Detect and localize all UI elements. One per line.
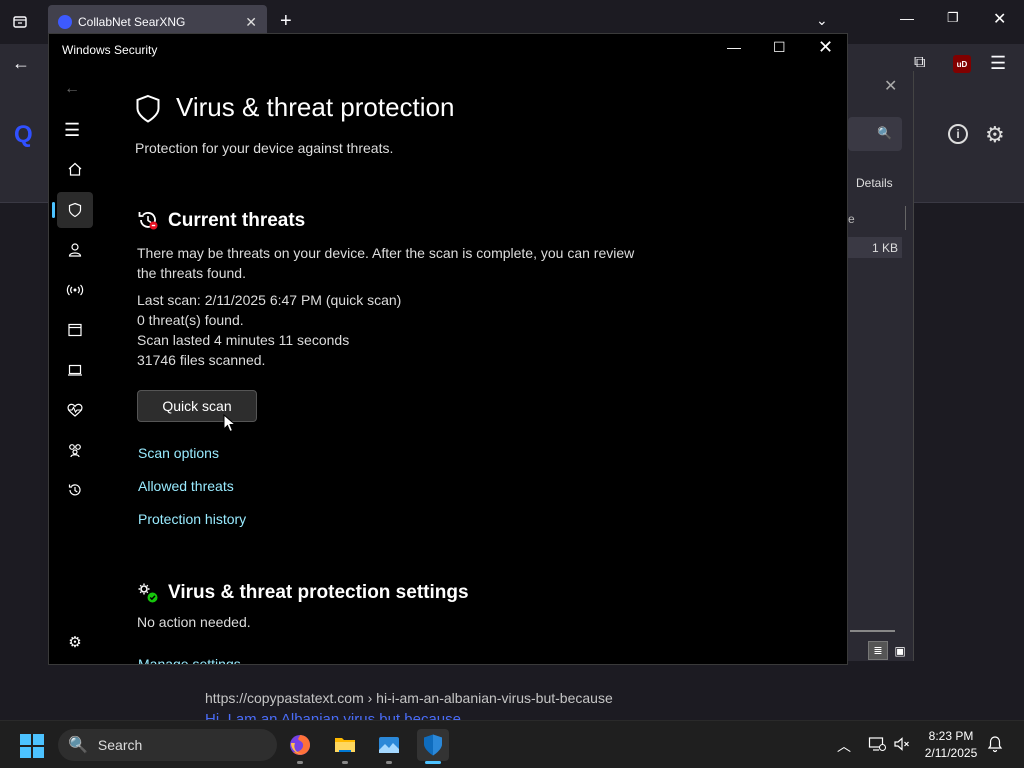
browser-minimize-button[interactable]: —: [900, 10, 914, 26]
current-threats-icon: [138, 212, 158, 230]
info-icon[interactable]: i: [948, 124, 968, 144]
show-hidden-icons-chevron-icon[interactable]: ︿: [837, 736, 851, 756]
file-explorer-taskbar-icon[interactable]: [329, 729, 361, 764]
windows-security-window: Windows Security — ☐ ✕ ← ☰ ⚙ Virus & thr…: [48, 33, 848, 665]
searxng-logo-icon[interactable]: Q: [14, 121, 33, 149]
searxng-favicon-icon: [58, 15, 72, 29]
running-indicator: [386, 761, 392, 764]
new-tab-button[interactable]: +: [280, 11, 292, 31]
running-indicator: [342, 761, 348, 764]
settings-glyph: ⚙: [68, 634, 82, 651]
notification-bell-icon[interactable]: [987, 735, 1003, 753]
active-indicator: [425, 761, 441, 764]
background-dialog: [848, 71, 914, 661]
tab-list-icon[interactable]: [8, 10, 32, 34]
back-arrow-icon[interactable]: ←: [64, 80, 80, 98]
back-button[interactable]: ←: [12, 53, 30, 74]
home-icon[interactable]: [57, 151, 93, 187]
minimize-button[interactable]: —: [727, 39, 741, 55]
running-indicator: [297, 761, 303, 764]
search-icon: 🔍: [68, 737, 88, 754]
horizontal-scrollbar[interactable]: [850, 630, 895, 632]
clock-time[interactable]: 8:23 PM: [920, 729, 982, 743]
settings-status-text: No action needed.: [137, 614, 251, 630]
browser-restore-button[interactable]: ❐: [947, 10, 959, 26]
taskbar: 🔍 Search ︿ 8:23 PM 2/11/2025: [0, 720, 1024, 768]
window-title: Windows Security: [62, 43, 158, 57]
page-title: Virus & threat protection: [176, 92, 455, 122]
menu-icon[interactable]: ☰: [64, 120, 80, 141]
scan-duration-text: Scan lasted 4 minutes 11 seconds: [137, 332, 350, 348]
windows-start-icon[interactable]: [20, 734, 44, 758]
files-scanned-text: 31746 files scanned.: [137, 352, 266, 368]
file-size-cell: 1 KB: [848, 237, 902, 258]
extensions-icon[interactable]: ⧉: [914, 54, 925, 72]
searx-settings-icon[interactable]: ⚙: [985, 122, 1005, 148]
windows-security-taskbar-icon[interactable]: [417, 729, 449, 764]
network-status-icon[interactable]: [868, 735, 886, 753]
details-view-icon[interactable]: ≣: [868, 641, 888, 660]
volume-muted-icon[interactable]: [893, 735, 911, 753]
maximize-button[interactable]: ☐: [773, 39, 786, 56]
column-divider: [905, 206, 906, 230]
page-subtitle: Protection for your device against threa…: [135, 140, 394, 156]
ublock-origin-icon[interactable]: uD: [953, 55, 971, 73]
protection-settings-title: Virus & threat protection settings: [168, 582, 469, 603]
allowed-threats-link[interactable]: Allowed threats: [138, 478, 234, 494]
threats-found-text: 0 threat(s) found.: [137, 312, 244, 328]
taskbar-search-label: Search: [97, 737, 143, 753]
search-icon: 🔍: [877, 126, 892, 140]
tab-close-icon[interactable]: ✕: [245, 14, 257, 31]
taskbar-search-box[interactable]: 🔍 Search: [58, 729, 277, 761]
network-icon[interactable]: [57, 272, 93, 308]
tab-title: CollabNet SearXNG: [78, 15, 186, 29]
protection-settings-icon: [138, 583, 158, 603]
current-threats-title: Current threats: [168, 210, 306, 231]
device-health-icon[interactable]: [57, 392, 93, 428]
background-dialog-search-box[interactable]: [848, 117, 902, 151]
account-protection-icon[interactable]: [57, 232, 93, 268]
device-security-icon[interactable]: [57, 352, 93, 388]
search-result-url: https://copypastatext.com › hi-i-am-an-a…: [205, 690, 613, 706]
list-all-tabs-icon[interactable]: ⌄: [816, 12, 828, 29]
protection-history-icon[interactable]: [57, 472, 93, 508]
desktop: CollabNet SearXNG ✕ + ⌄ — ❐ ✕ ← ⧉ ☰ uD Q…: [0, 0, 1024, 768]
manage-settings-link[interactable]: Manage settings: [138, 656, 241, 664]
mouse-cursor-icon: [223, 414, 237, 433]
details-label[interactable]: Details: [856, 176, 893, 190]
protection-history-link[interactable]: Protection history: [138, 511, 246, 527]
search-result-title-link[interactable]: Hi, I am an Albanian virus but because: [205, 713, 461, 720]
close-button[interactable]: ✕: [818, 37, 833, 58]
app-browser-control-icon[interactable]: [57, 312, 93, 348]
shield-icon[interactable]: [57, 192, 93, 228]
current-threats-description: There may be threats on your device. Aft…: [137, 245, 635, 281]
scan-options-link[interactable]: Scan options: [138, 445, 219, 461]
firefox-taskbar-icon[interactable]: [284, 729, 316, 764]
clock-date[interactable]: 2/11/2025: [920, 746, 982, 760]
security-title-bar: Windows Security — ☐ ✕: [49, 34, 847, 66]
family-options-icon[interactable]: [57, 432, 93, 468]
column-header-fragment: e: [848, 212, 855, 226]
last-scan-text: Last scan: 2/11/2025 6:47 PM (quick scan…: [137, 292, 402, 308]
photos-taskbar-icon[interactable]: [373, 729, 405, 764]
background-dialog-close-icon[interactable]: ✕: [884, 76, 897, 96]
preview-view-icon[interactable]: ▣: [890, 641, 910, 660]
app-menu-icon[interactable]: ☰: [990, 53, 1006, 74]
settings-icon[interactable]: ⚙: [57, 624, 93, 660]
active-nav-indicator: [52, 202, 55, 218]
shield-title-icon: [136, 94, 160, 123]
quick-scan-button[interactable]: Quick scan: [137, 390, 257, 422]
browser-close-button[interactable]: ✕: [993, 9, 1006, 29]
